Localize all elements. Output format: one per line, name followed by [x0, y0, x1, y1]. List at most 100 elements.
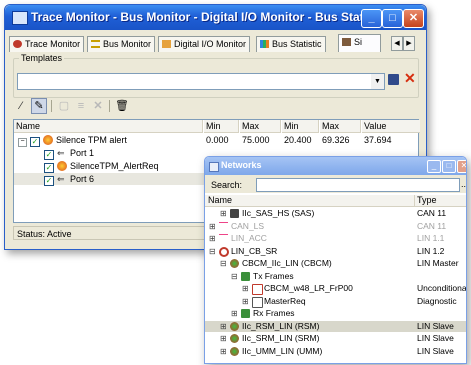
- tab-scroll-left-button[interactable]: ◀: [391, 36, 403, 51]
- column-header-value[interactable]: Value: [362, 120, 420, 133]
- frames-icon: [241, 271, 250, 281]
- minimize-button[interactable]: _: [361, 9, 382, 28]
- expand-icon[interactable]: ⊞: [220, 333, 227, 344]
- tab-bus-monitor[interactable]: Bus Monitor: [87, 36, 156, 52]
- tree-row-type: LIN Slave: [417, 333, 454, 343]
- tree-row-name: MasterReq: [264, 295, 306, 306]
- tab-signal[interactable]: Si: [338, 34, 381, 52]
- expand-icon[interactable]: ⊟: [231, 271, 238, 282]
- checkbox[interactable]: ✓: [44, 176, 54, 186]
- close-button[interactable]: ✕: [457, 160, 466, 173]
- checkbox[interactable]: ✓: [44, 150, 54, 160]
- port-arrow-icon: ⇐: [57, 174, 65, 184]
- expand-icon[interactable]: ⊞: [242, 296, 249, 307]
- search-input[interactable]: [256, 178, 460, 192]
- tree-row-name: LIN_CB_SR: [231, 245, 278, 256]
- column-header-name[interactable]: Name: [205, 195, 415, 207]
- row-min: 0.000: [206, 135, 229, 145]
- row-value: 37.694: [364, 135, 392, 145]
- column-header-min[interactable]: Min: [204, 120, 239, 133]
- node-icon: [230, 321, 239, 331]
- column-header-max[interactable]: Max: [240, 120, 281, 133]
- tab-bus-statistic[interactable]: Bus Statistic: [256, 36, 326, 52]
- tab-scroll-right-button[interactable]: ▶: [403, 36, 415, 51]
- row-name: Port 1: [70, 148, 95, 158]
- collapse-icon[interactable]: −: [18, 138, 27, 147]
- column-header-min[interactable]: Min: [282, 120, 319, 133]
- browse-button[interactable]: ...: [461, 179, 466, 189]
- expand-icon[interactable]: ⊞: [209, 221, 216, 232]
- close-button[interactable]: ✕: [403, 9, 424, 28]
- tree-row[interactable]: ⊞ IIc_UMM_LIN (UMM) LIN Slave: [205, 346, 466, 357]
- save-icon[interactable]: [388, 74, 399, 85]
- tree-row[interactable]: ⊞ LIN_ACC LIN 1.1: [205, 233, 466, 244]
- alert-signal-icon: [43, 135, 53, 145]
- node-icon: [230, 334, 239, 343]
- search-label: Search:: [211, 180, 243, 190]
- expand-icon[interactable]: ⊞: [220, 208, 227, 219]
- tree-row[interactable]: ⊞ IIc_RSM_LIN (RSM) LIN Slave: [205, 320, 466, 332]
- delete-template-icon[interactable]: ✕: [404, 70, 416, 87]
- column-header-max[interactable]: Max: [320, 120, 361, 133]
- tab-trace-monitor[interactable]: Trace Monitor: [9, 36, 85, 52]
- edit-icon[interactable]: ⁄: [13, 98, 29, 114]
- window-icon: [209, 162, 219, 172]
- trash-icon[interactable]: 🗑: [114, 98, 130, 114]
- expand-icon[interactable]: ⊞: [209, 233, 216, 244]
- tree-row-type: Unconditional: [417, 283, 467, 293]
- expand-icon[interactable]: ⊞: [231, 308, 238, 319]
- tree-row[interactable]: ⊞ IIc_SRM_LIN (SRM) LIN Slave: [205, 333, 466, 344]
- tree-row-name: CBCM_IIc_LIN (CBCM): [242, 258, 332, 268]
- column-header-type[interactable]: Type: [415, 195, 466, 207]
- checkbox[interactable]: ✓: [44, 163, 54, 173]
- tree-row[interactable]: ⊞ CBCM_w48_LR_FrP00 Unconditional: [205, 283, 467, 295]
- ecu-icon: [230, 209, 239, 218]
- new-icon[interactable]: ▢: [56, 98, 72, 114]
- tree-row[interactable]: ⊟ CBCM_IIc_LIN (CBCM) LIN Master: [205, 258, 466, 269]
- row-max: 69.326: [322, 135, 350, 145]
- tree-row[interactable]: ⊞ CAN_LS CAN 11: [205, 221, 466, 232]
- tree-row-name: IIc_SRM_LIN (SRM): [242, 333, 320, 343]
- tab-digital-io-monitor[interactable]: Digital I/O Monitor: [158, 36, 251, 52]
- maximize-button[interactable]: □: [442, 160, 456, 173]
- toolbar-separator: [109, 100, 110, 112]
- minimize-button[interactable]: _: [427, 160, 441, 173]
- checkbox[interactable]: ✓: [30, 137, 40, 147]
- lin-network-icon: [219, 246, 229, 257]
- table-row[interactable]: − ✓ Silence TPM alert 0.000 75.000 20.40…: [14, 134, 418, 147]
- expand-icon[interactable]: ⊞: [242, 283, 249, 294]
- tree-row-name: Tx Frames: [253, 270, 294, 281]
- column-header-name[interactable]: Name: [14, 120, 203, 133]
- expand-icon[interactable]: ⊟: [220, 258, 227, 269]
- frames-icon: [241, 309, 250, 318]
- statistic-icon: [260, 40, 269, 48]
- toolbar-separator: [51, 100, 52, 112]
- tree-row[interactable]: ⊟ Tx Frames: [205, 271, 466, 282]
- tree-row-name: Rx Frames: [253, 308, 295, 318]
- templates-combo[interactable]: ▼: [17, 73, 385, 90]
- tree-row[interactable]: ⊟ LIN_CB_SR LIN 1.2: [205, 246, 466, 257]
- remove-icon[interactable]: ✕: [90, 98, 106, 114]
- tree-row-name: IIc_RSM_LIN (RSM): [242, 320, 320, 331]
- tree-row[interactable]: ⊞ MasterReq Diagnostic: [205, 295, 466, 308]
- node-icon: [230, 346, 239, 356]
- chevron-down-icon[interactable]: ▼: [371, 74, 384, 89]
- row-name: Port 6: [70, 174, 95, 184]
- maximize-button[interactable]: □: [382, 9, 403, 28]
- networks-title-bar[interactable]: Networks _ □ ✕: [205, 157, 466, 175]
- list-icon[interactable]: ≡: [73, 98, 89, 114]
- tree-row[interactable]: ⊞ Rx Frames: [205, 308, 466, 319]
- expand-icon[interactable]: ⊞: [220, 321, 227, 332]
- tree-row-name: CBCM_w48_LR_FrP00: [264, 283, 353, 293]
- networks-window: Networks _ □ ✕ Search: ... Name Type ⊞ II…: [204, 156, 467, 364]
- expand-icon[interactable]: ⊟: [209, 246, 216, 257]
- network-line-icon: [219, 234, 228, 240]
- templates-label: Templates: [19, 53, 65, 63]
- port-arrow-icon: ⇐: [57, 148, 65, 158]
- title-bar[interactable]: Trace Monitor - Bus Monitor - Digital I/…: [5, 5, 426, 30]
- tree-row[interactable]: ⊞ IIc_SAS_HS (SAS) CAN 11: [205, 208, 466, 219]
- signal-select-icon[interactable]: ✎: [31, 98, 47, 114]
- expand-icon[interactable]: ⊞: [220, 346, 227, 357]
- toolbar: ⁄ ✎ ▢ ≡ ✕ 🗑: [13, 98, 173, 114]
- node-icon: [230, 259, 239, 268]
